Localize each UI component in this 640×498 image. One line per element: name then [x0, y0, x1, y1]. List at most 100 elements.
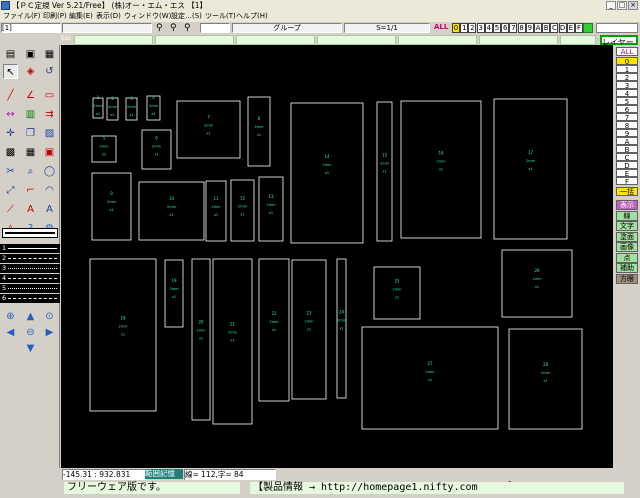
close-button[interactable]: ×	[628, 1, 638, 10]
fill-icon[interactable]: ◈	[23, 64, 38, 79]
menu-file[interactable]: ファイル(F)	[3, 11, 41, 22]
layer-row-A[interactable]: A	[616, 137, 638, 146]
layer-toggle-D[interactable]: D	[558, 23, 567, 33]
product-info-link[interactable]: 【製品情報 → http://homepage1.nifty.com/oms/】	[250, 482, 518, 494]
break-icon[interactable]: ⟋	[3, 202, 18, 217]
layer-toggle-3[interactable]: 3	[476, 23, 485, 33]
layer-panel-button[interactable]: レイヤー	[600, 35, 638, 47]
input-field-2[interactable]	[155, 35, 234, 45]
mode-button-7[interactable]: 方眼	[616, 273, 638, 284]
layer-toggle-8[interactable]: 8	[517, 23, 526, 33]
layer-toggle-2[interactable]: 2	[468, 23, 477, 33]
polyline-tool-icon[interactable]: ∠	[23, 88, 38, 103]
menu-settings[interactable]: 設定…(S)	[171, 11, 202, 22]
layer-toggle-E[interactable]: E	[566, 23, 575, 33]
input-field-7[interactable]	[560, 35, 596, 45]
file-icon[interactable]: ▤	[3, 47, 18, 62]
move-icon[interactable]: ✛	[3, 126, 18, 141]
grid-icon[interactable]: ▦	[23, 145, 38, 160]
layer-row-9[interactable]: 9	[616, 129, 638, 138]
text-tool-icon[interactable]: A	[42, 202, 57, 217]
layer-row-5[interactable]: 5	[616, 97, 638, 106]
scroll-up-icon[interactable]: ▲	[23, 309, 38, 324]
layer-toggle-A[interactable]: A	[534, 23, 542, 33]
menu-view[interactable]: 表示(D)	[96, 11, 121, 22]
pen2-icon[interactable]: ⚲	[170, 23, 184, 33]
layer-row-1[interactable]: 1	[616, 65, 638, 74]
layer-row-B[interactable]: B	[616, 145, 638, 154]
layer-toggle-6[interactable]: 6	[501, 23, 510, 33]
group-field[interactable]: グループ	[232, 23, 342, 33]
layer-batch-button[interactable]: 一括	[616, 187, 638, 196]
zoom-in-icon[interactable]: ⊕	[3, 309, 18, 324]
layer-row-7[interactable]: 7	[616, 113, 638, 122]
mode-button-6[interactable]: 補助	[616, 263, 638, 273]
layer-toggle-7[interactable]: 7	[509, 23, 518, 33]
drawing-canvas[interactable]: 1 2mm x1 2 2mm x1 3 2mm x1 4 2mm x1 5 2mm x1 6 2mm x1 7 2mm…	[61, 45, 613, 468]
layer-row-6[interactable]: 6	[616, 105, 638, 114]
extend-icon[interactable]: ⤢	[3, 183, 18, 198]
layer-row-8[interactable]: 8	[616, 121, 638, 130]
line-style-3[interactable]: 3	[0, 264, 60, 273]
line-tool-icon[interactable]: ╱	[3, 88, 18, 103]
scroll-right-icon[interactable]: ▶	[42, 325, 57, 340]
scroll-down-icon[interactable]: ▼	[23, 341, 38, 356]
drawing-rect[interactable]	[373, 266, 421, 320]
menu-edit[interactable]: 編集(E)	[69, 11, 93, 22]
mode-button-1[interactable]: 線	[616, 210, 638, 221]
menu-print[interactable]: 印刷(P)	[43, 11, 67, 22]
drawing-rect[interactable]	[91, 172, 132, 241]
line-style-5[interactable]: 5	[0, 284, 60, 293]
drawing-rect[interactable]	[230, 179, 255, 242]
line-style-2[interactable]: 2	[0, 254, 60, 263]
corner-icon[interactable]: ⌐	[23, 183, 38, 198]
print-icon[interactable]: ▦	[42, 47, 57, 62]
pen3-icon[interactable]: ⚲	[184, 23, 198, 33]
pen-icon[interactable]: ⚲	[156, 23, 170, 33]
drawing-rect[interactable]	[176, 100, 241, 159]
line-style-1[interactable]: 1	[0, 244, 60, 253]
layer-row-E[interactable]: E	[616, 169, 638, 178]
input-field-4[interactable]	[317, 35, 396, 45]
erase-icon[interactable]: ▣	[42, 145, 57, 160]
scale-field[interactable]: S=1/1	[344, 23, 430, 33]
minimize-button[interactable]: _	[606, 1, 616, 10]
rect-tool-icon[interactable]: ▭	[42, 88, 57, 103]
layer-toggle-B[interactable]: B	[542, 23, 551, 33]
select-arrow-icon[interactable]: ↖	[3, 64, 18, 79]
drawing-rect[interactable]	[138, 181, 205, 241]
image-icon[interactable]: ▨	[42, 126, 57, 141]
mode-button-4[interactable]: 画像	[616, 242, 638, 252]
drawing-name-field[interactable]: [1]	[1, 23, 61, 33]
zoom-out-icon[interactable]: ⊖	[23, 325, 38, 340]
layer-row-F[interactable]: F	[616, 177, 638, 186]
layer-toggle-C[interactable]: C	[550, 23, 559, 33]
layer-row-4[interactable]: 4	[616, 89, 638, 98]
all-layers-label[interactable]: ALL	[434, 23, 450, 33]
input-field-6[interactable]	[479, 35, 558, 45]
mode-button-2[interactable]: 文字	[616, 221, 638, 231]
line-style-4[interactable]: 4	[0, 274, 60, 283]
mode-button-0[interactable]: 表示	[616, 200, 638, 210]
app-icon[interactable]	[1, 1, 10, 10]
mode-button-3[interactable]: 塗面	[616, 231, 638, 242]
circle-tool-icon[interactable]: ◯	[42, 164, 57, 179]
zoom-tool-icon[interactable]: ⌕	[23, 164, 38, 179]
arc-icon[interactable]: ◠	[42, 183, 57, 198]
drawing-rect[interactable]	[501, 249, 573, 318]
offset-icon[interactable]: ⇉	[42, 107, 57, 122]
hatch-icon[interactable]: ▥	[23, 107, 38, 122]
drawing-rect[interactable]	[258, 176, 284, 242]
layer-toggle-0[interactable]: 0	[452, 23, 460, 33]
esc-label[interactable]: Esc	[61, 35, 73, 45]
layer-row-3[interactable]: 3	[616, 81, 638, 90]
layer-toggle-F[interactable]: F	[575, 23, 583, 33]
menu-window[interactable]: ウィンドウ(W)	[124, 11, 171, 22]
dimension-icon[interactable]: ↔	[3, 107, 18, 122]
drawing-rect[interactable]	[205, 180, 227, 242]
scroll-left-icon[interactable]: ◀	[3, 325, 18, 340]
layer-row-0[interactable]: 0	[616, 57, 638, 66]
menu-tools[interactable]: ツール(T)	[205, 11, 236, 22]
zoom-window-icon[interactable]: ⊙	[42, 309, 57, 324]
layer-toggle-4[interactable]: 4	[484, 23, 493, 33]
